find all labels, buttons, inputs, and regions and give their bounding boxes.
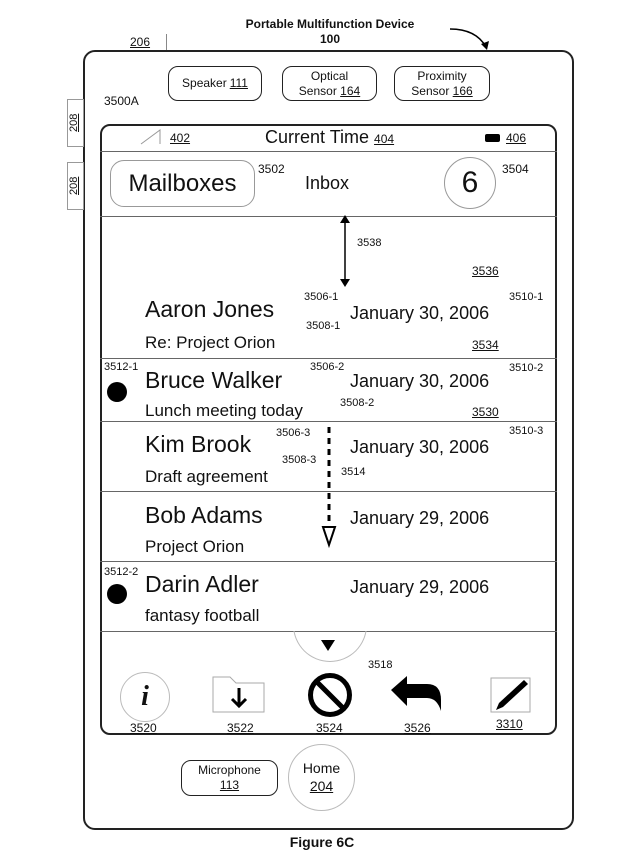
ref-406: 406: [506, 131, 527, 145]
swipe-gesture-icon: [321, 427, 337, 549]
proximity-label: Proximity: [417, 68, 467, 83]
move-folder-icon: [212, 676, 265, 713]
signal-icon: [140, 129, 161, 145]
ref-3502: 3502: [258, 162, 285, 176]
optical-ref: 164: [340, 83, 361, 98]
subject: Re: Project Orion: [145, 333, 276, 352]
date: January 29, 2006: [350, 577, 490, 597]
date: January 30, 2006: [350, 303, 490, 323]
scroll-arrow-icon: [340, 215, 350, 287]
ref: 3512-1: [104, 361, 139, 373]
unread-dot-icon: [107, 382, 127, 402]
ref: 3512-2: [104, 566, 139, 578]
sender: Bob Adams: [145, 502, 263, 528]
ref-3504: 3504: [502, 162, 529, 176]
ref: 3510-3: [509, 425, 544, 437]
ref: 3526: [404, 721, 431, 735]
sender: Aaron Jones: [145, 296, 275, 322]
subject: Draft agreement: [145, 467, 268, 486]
ref: 3506-3: [276, 427, 311, 439]
microphone-label: Microphone: [198, 763, 261, 777]
unread-dot-icon: [107, 584, 127, 604]
microphone: Microphone 113: [181, 760, 278, 796]
ref-3536: 3536: [472, 264, 499, 278]
delete-icon: [308, 673, 352, 717]
ref: 3310: [496, 717, 523, 731]
figure-title: Portable Multifunction Device 100: [0, 17, 637, 47]
ref-3518: 3518: [368, 659, 393, 671]
sender: Bruce Walker: [145, 367, 283, 393]
subject: Project Orion: [145, 537, 245, 556]
subject: Lunch meeting today: [145, 401, 303, 420]
title-ref: 100: [319, 32, 341, 46]
ref-206: 206: [130, 35, 151, 49]
status-time: Current Time 404: [265, 127, 394, 148]
date: January 30, 2006: [350, 437, 490, 457]
battery-icon: [485, 134, 500, 142]
home-label: Home: [302, 760, 341, 776]
ref: 3508-3: [282, 454, 317, 466]
speaker-ref: 111: [229, 76, 248, 90]
microphone-ref: 113: [219, 778, 240, 792]
home-ref: 204: [309, 778, 334, 794]
side-button-ref: 208: [68, 176, 80, 195]
ref: 3522: [227, 721, 254, 735]
inbox-title: Inbox: [305, 173, 350, 193]
ref-3538: 3538: [357, 237, 382, 249]
ref: 3510-2: [509, 362, 544, 374]
proximity-sensor: Proximity Sensor 166: [394, 66, 490, 101]
unread-count: 6: [444, 157, 496, 209]
speaker: Speaker 111: [168, 66, 262, 101]
optical-label: Optical: [310, 68, 349, 83]
subject: fantasy football: [145, 606, 260, 625]
ref-3534: 3534: [472, 338, 499, 352]
ref-3530: 3530: [472, 405, 499, 419]
ref-402: 402: [170, 131, 191, 145]
title-text: Portable Multifunction Device: [245, 17, 415, 31]
ref-3514: 3514: [341, 466, 366, 478]
proximity-label2: Sensor: [411, 83, 450, 98]
ref: 3506-2: [310, 361, 345, 373]
ref-404: 404: [374, 132, 395, 146]
time-text: Current Time: [265, 127, 370, 147]
optical-sensor: Optical Sensor 164: [282, 66, 377, 101]
date: January 29, 2006: [350, 508, 490, 528]
date: January 30, 2006: [350, 371, 490, 391]
ref: 3510-1: [509, 291, 544, 303]
ref: 3506-1: [304, 291, 339, 303]
home-button[interactable]: Home 204: [288, 744, 355, 811]
figure-caption: Figure 6C: [289, 834, 355, 850]
leader-line: [166, 34, 167, 50]
optical-label2: Sensor: [298, 83, 337, 98]
side-button-ref: 208: [68, 113, 80, 132]
info-icon: i: [120, 672, 170, 722]
sender: Kim Brook: [145, 431, 252, 457]
ref: 3508-2: [340, 397, 375, 409]
ref: 3524: [316, 721, 343, 735]
ref-3500a: 3500A: [104, 94, 139, 108]
down-triangle-icon: [321, 640, 335, 651]
side-button[interactable]: 208: [67, 99, 84, 147]
side-button[interactable]: 208: [67, 162, 84, 210]
speaker-label: Speaker: [182, 76, 227, 90]
proximity-ref: 166: [452, 83, 473, 98]
pointer-arrow-icon: [449, 28, 489, 50]
sender: Darin Adler: [145, 571, 259, 597]
mailboxes-button[interactable]: Mailboxes: [110, 160, 255, 207]
reply-icon: [391, 676, 441, 711]
ref: 3520: [130, 721, 157, 735]
ref: 3508-1: [306, 320, 341, 332]
compose-icon: [490, 677, 531, 713]
